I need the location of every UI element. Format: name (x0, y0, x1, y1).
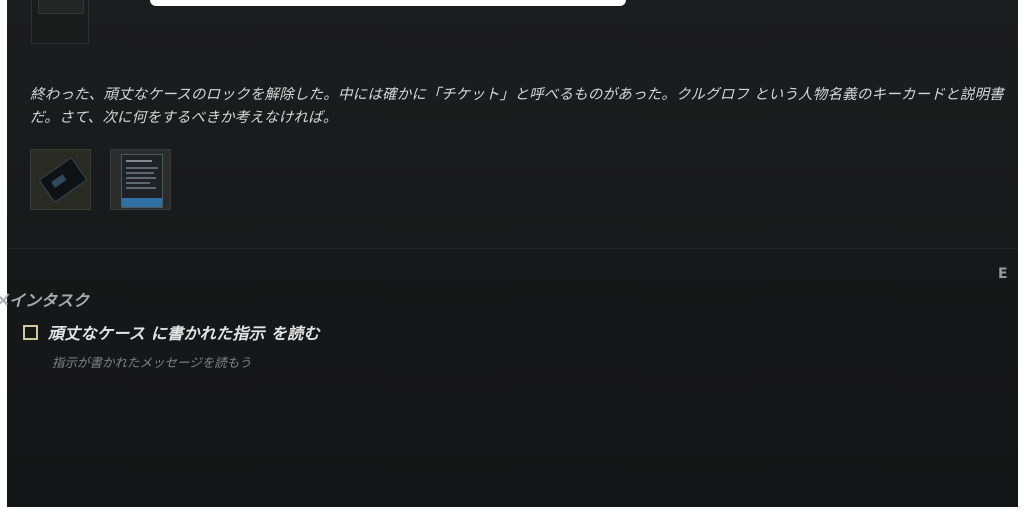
previous-item-thumbnail[interactable] (31, 0, 89, 44)
keycard-thumbnail[interactable] (30, 149, 91, 210)
task-description: 指示が書かれたメッセージを読もう (52, 355, 252, 370)
story-message: 終わった、頑丈なケースのロックを解除した。中には確かに「チケット」と呼べるものが… (30, 87, 1004, 126)
manual-line (126, 177, 156, 179)
manual-thumbnail[interactable] (110, 149, 171, 210)
top-input-field[interactable] (150, 0, 626, 6)
manual-line (126, 160, 152, 162)
task-checkbox[interactable] (23, 324, 38, 340)
previous-item-image (38, 0, 84, 14)
manual-icon (121, 154, 163, 208)
manual-line (126, 167, 158, 169)
manual-band (122, 198, 162, 207)
manual-line (126, 182, 150, 184)
screenshot-frame: 終わった、頑丈なケースのロックを解除した。中には確かに「チケット」と呼べるものが… (0, 0, 1024, 525)
manual-line (126, 187, 156, 189)
manual-line (126, 172, 154, 174)
game-viewport: 終わった、頑丈なケースのロックを解除した。中には確かに「チケット」と呼べるものが… (7, 0, 1018, 507)
main-task-heading: メインタスク (0, 291, 90, 310)
task-row[interactable]: 頑丈なケース に書かれた指示 を読む (23, 320, 320, 344)
story-panel: 終わった、頑丈なケースのロックを解除した。中には確かに「チケット」と呼べるものが… (7, 0, 1018, 249)
task-title: 頑丈なケース に書かれた指示 を読む (48, 324, 320, 343)
task-panel (7, 249, 1018, 507)
edge-label: E (998, 266, 1008, 282)
keycard-icon (38, 157, 88, 203)
